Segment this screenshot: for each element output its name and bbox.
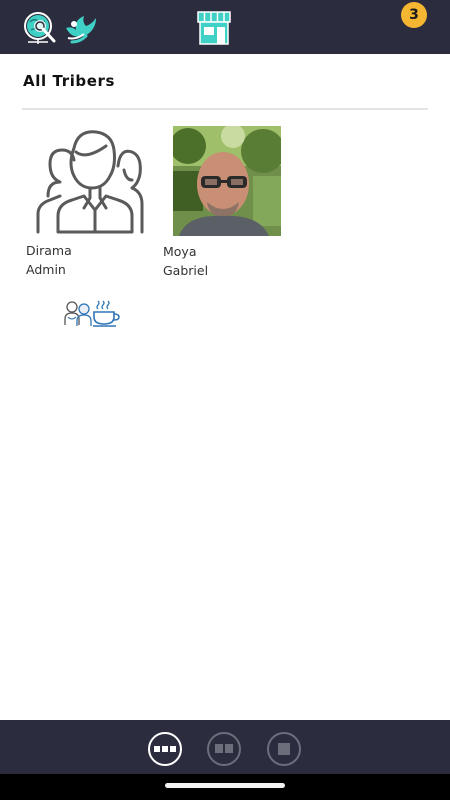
page-title: All Tribers xyxy=(23,72,116,90)
two-column-view-icon[interactable] xyxy=(207,732,241,766)
three-column-view-icon[interactable] xyxy=(148,732,182,766)
home-indicator[interactable] xyxy=(165,783,285,788)
coffee-cup-icon xyxy=(93,300,120,327)
dove-icon[interactable] xyxy=(62,8,98,48)
member-card[interactable]: Moya Gabriel xyxy=(163,124,293,280)
group-placeholder-icon xyxy=(34,126,154,236)
tribe-icons xyxy=(64,297,120,327)
member-last-name: Admin xyxy=(26,262,66,277)
member-card[interactable]: Dirama Admin xyxy=(26,126,156,279)
top-app-bar: 3 xyxy=(0,0,450,54)
system-navigation-bar xyxy=(0,774,450,800)
member-first-name: Moya xyxy=(163,244,197,259)
shop-icon[interactable] xyxy=(194,8,234,48)
member-last-name: Gabriel xyxy=(163,263,209,278)
globe-search-icon[interactable] xyxy=(20,8,60,48)
notification-badge[interactable]: 3 xyxy=(401,2,427,28)
divider xyxy=(22,108,428,110)
single-view-icon[interactable] xyxy=(267,732,301,766)
people-icon xyxy=(64,301,92,326)
member-first-name: Dirama xyxy=(26,243,72,258)
profile-photo xyxy=(170,124,285,236)
bottom-view-bar xyxy=(0,720,450,774)
